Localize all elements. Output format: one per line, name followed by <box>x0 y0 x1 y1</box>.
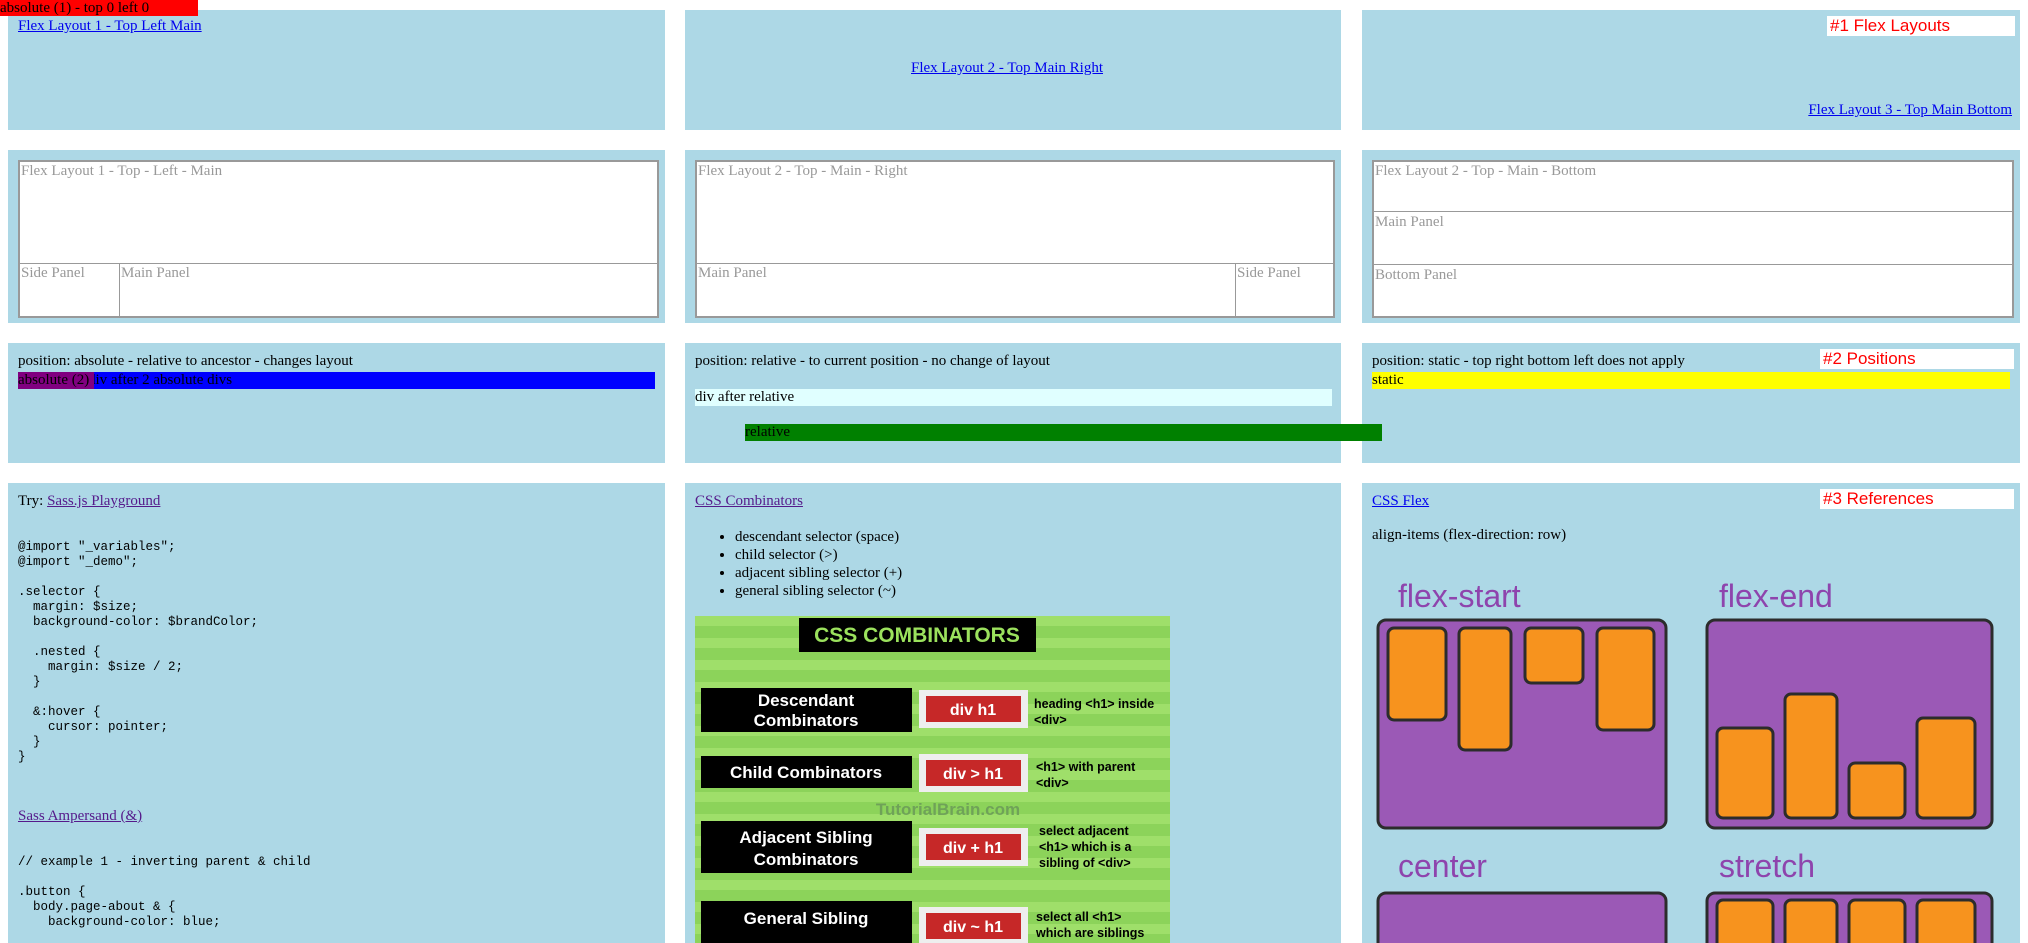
list-item: adjacent sibling selector (+) <box>735 564 902 582</box>
position-static-heading: position: static - top right bottom left… <box>1372 353 1685 369</box>
layout-2-top-divider <box>697 263 1333 264</box>
div-after-relative: div after relative <box>695 389 1332 406</box>
layout-3-top-divider <box>1374 211 2012 212</box>
static-div: static <box>1372 372 2010 389</box>
descendant-desc-line-2: <div> <box>1034 713 1067 727</box>
sass-try-prefix: Try: <box>18 493 44 509</box>
general-name: General Sibling <box>744 909 869 928</box>
descendant-code: div h1 <box>950 702 996 719</box>
layout-2-side-panel-label: Side Panel <box>1237 265 1301 281</box>
absolute-after-div: div after 2 absolute divs <box>18 372 655 389</box>
flex-start-label: flex-start <box>1398 578 1521 614</box>
flex-layout-1-box: Flex Layout 1 - Top Left Main <box>8 10 665 130</box>
list-item: descendant selector (space) <box>735 528 902 546</box>
layout-3-frame: Flex Layout 2 - Top - Main - Bottom Main… <box>1372 160 2014 318</box>
position-relative-heading: position: relative - to current position… <box>695 353 1050 369</box>
position-relative-box: position: relative - to current position… <box>685 343 1341 463</box>
sass-playground-link[interactable]: Sass.js Playground <box>47 493 160 509</box>
infographic-watermark: TutorialBrain.com <box>876 800 1020 819</box>
layout-1-side-divider <box>119 263 120 316</box>
flex-layout-2-box: Flex Layout 2 - Top Main Right <box>685 10 1341 130</box>
layout-1-demo-box: Flex Layout 1 - Top - Left - Main Side P… <box>8 150 665 323</box>
sass-try-line: Try: Sass.js Playground <box>18 493 160 510</box>
child-desc-line-1: <h1> with parent <box>1036 760 1136 774</box>
section-tag-references: #3 References <box>1820 489 2014 509</box>
adjacent-name-line-2: Combinators <box>754 850 859 869</box>
center-label: center <box>1398 848 1487 884</box>
child-code: div > h1 <box>943 766 1003 783</box>
absolute-1-marker: absolute (1) - top 0 left 0 <box>0 0 198 16</box>
layout-1-top-label: Flex Layout 1 - Top - Left - Main <box>21 163 223 179</box>
relative-div: relative <box>745 424 1382 441</box>
layout-1-side-panel-label: Side Panel <box>21 265 85 281</box>
sass-code-sample-2: // example 1 - inverting parent & child … <box>18 855 311 929</box>
general-desc-line-2: which are siblings <box>1035 926 1144 940</box>
position-absolute-box: position: absolute - relative to ancesto… <box>8 343 665 463</box>
child-desc-line-2: <div> <box>1036 776 1069 790</box>
combinators-reference-box: CSS Combinators descendant selector (spa… <box>685 483 1341 943</box>
position-static-box: #2 Positions position: static - top righ… <box>1362 343 2020 463</box>
descendant-name-line-2: Combinators <box>754 711 859 730</box>
position-absolute-heading: position: absolute - relative to ancesto… <box>18 353 353 369</box>
stretch-label: stretch <box>1719 848 1815 884</box>
absolute-2-label: absolute (2) <box>18 372 90 388</box>
flex-start-container <box>1376 618 1668 830</box>
adjacent-desc-line-2: <h1> which is a <box>1039 840 1132 854</box>
flex-layout-2-link[interactable]: Flex Layout 2 - Top Main Right <box>911 60 1103 77</box>
sass-code-sample-1: @import "_variables"; @import "_demo"; .… <box>18 540 259 764</box>
infographic-title: CSS COMBINATORS <box>814 624 1020 647</box>
section-tag-positions: #2 Positions <box>1820 349 2014 369</box>
css-flex-link[interactable]: CSS Flex <box>1372 493 1429 510</box>
adjacent-desc-line-3: sibling of <div> <box>1039 856 1131 870</box>
layout-2-frame: Flex Layout 2 - Top - Main - Right Main … <box>695 160 1335 318</box>
flex-end-container <box>1705 618 1994 830</box>
absolute-2-div: absolute (2) <box>18 372 94 389</box>
layout-3-demo-box: Flex Layout 2 - Top - Main - Bottom Main… <box>1362 150 2020 323</box>
adjacent-desc-line-1: select adjacent <box>1039 824 1129 838</box>
flex-layout-3-link[interactable]: Flex Layout 3 - Top Main Bottom <box>1808 102 2012 119</box>
layout-2-demo-box: Flex Layout 2 - Top - Main - Right Main … <box>685 150 1341 323</box>
layout-3-top-label: Flex Layout 2 - Top - Main - Bottom <box>1375 163 1597 179</box>
div-after-relative-text: div after relative <box>695 389 795 405</box>
sass-reference-box: Try: Sass.js Playground @import "_variab… <box>8 483 665 943</box>
layout-2-top-label: Flex Layout 2 - Top - Main - Right <box>698 163 908 179</box>
stretch-container <box>1705 891 1994 943</box>
layout-2-side-divider <box>1235 263 1236 316</box>
layout-2-main-panel-label: Main Panel <box>698 265 767 281</box>
adjacent-name-line-1: Adjacent Sibling <box>739 828 872 847</box>
layout-3-bottom-panel-label: Bottom Panel <box>1375 267 1458 283</box>
absolute-after-text: div after 2 absolute divs <box>88 372 233 388</box>
flex-align-items-illustration: flex-start flex-end center stretch <box>1376 578 1994 943</box>
flex-align-items-subtitle: align-items (flex-direction: row) <box>1372 527 1567 543</box>
layout-3-bottom-divider <box>1374 264 2012 265</box>
descendant-desc-line-1: heading <h1> inside <box>1034 697 1154 711</box>
child-name: Child Combinators <box>730 763 882 782</box>
general-code: div ~ h1 <box>943 919 1003 936</box>
list-item: general sibling selector (~) <box>735 582 902 600</box>
sass-ampersand-link[interactable]: Sass Ampersand (&) <box>18 808 142 825</box>
section-tag-flex-layouts: #1 Flex Layouts <box>1827 16 2015 36</box>
css-combinators-infographic: CSS COMBINATORS Descendant Combinators d… <box>695 616 1170 943</box>
general-desc-line-1: select all <h1> <box>1036 910 1121 924</box>
combinators-list: descendant selector (space) child select… <box>695 528 902 600</box>
flex-reference-box: #3 References CSS Flex align-items (flex… <box>1362 483 2020 943</box>
layout-1-top-divider <box>20 263 657 264</box>
layout-1-frame: Flex Layout 1 - Top - Left - Main Side P… <box>18 160 659 318</box>
layout-1-main-panel-label: Main Panel <box>121 265 190 281</box>
flex-layout-3-box: #1 Flex Layouts Flex Layout 3 - Top Main… <box>1362 10 2020 130</box>
relative-label: relative <box>745 424 790 440</box>
css-combinators-link[interactable]: CSS Combinators <box>695 493 803 510</box>
flex-end-label: flex-end <box>1719 578 1833 614</box>
layout-3-main-panel-label: Main Panel <box>1375 214 1444 230</box>
flex-layout-1-link[interactable]: Flex Layout 1 - Top Left Main <box>18 18 202 35</box>
static-label: static <box>1372 372 1404 388</box>
adjacent-code: div + h1 <box>943 840 1003 857</box>
center-container <box>1376 891 1668 943</box>
descendant-name-line-1: Descendant <box>758 691 855 710</box>
list-item: child selector (>) <box>735 546 902 564</box>
